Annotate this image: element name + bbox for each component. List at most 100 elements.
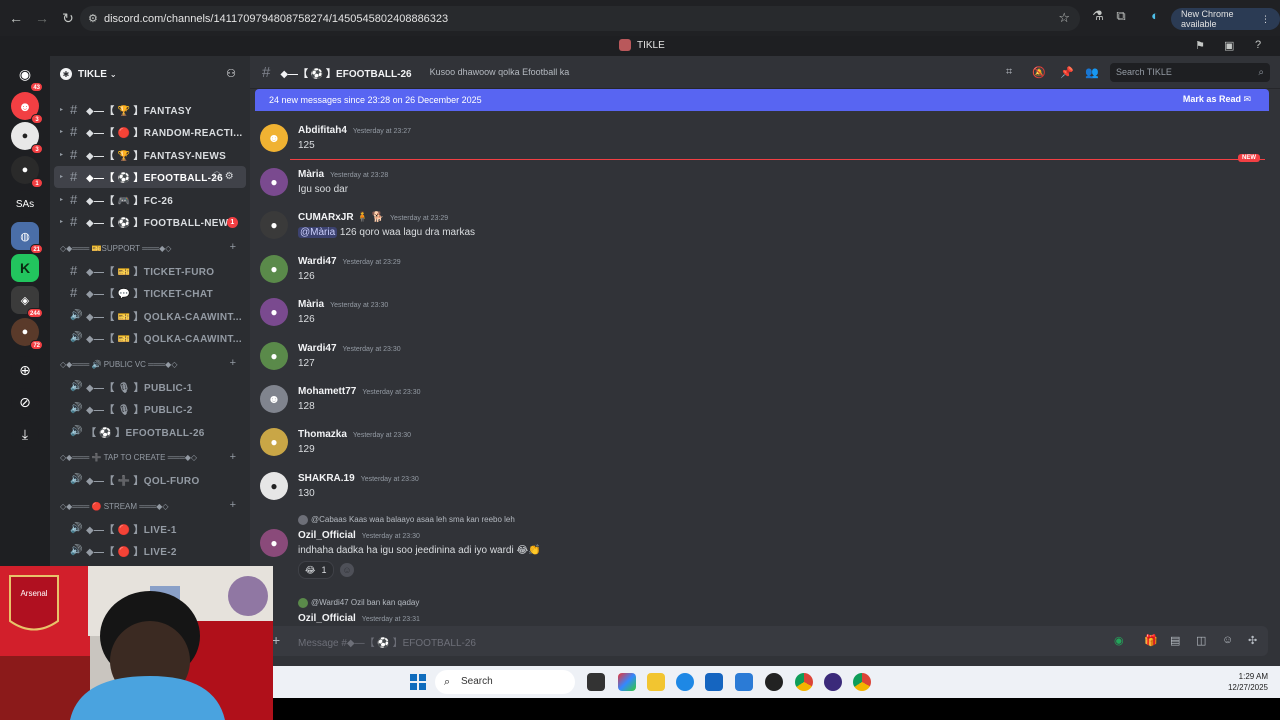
apps-icon[interactable]: ✣ — [1248, 634, 1257, 647]
user-mention[interactable]: @Mària — [298, 227, 338, 238]
obs-icon[interactable] — [824, 673, 842, 691]
store-icon[interactable] — [705, 673, 723, 691]
emoji-icon[interactable]: ☺ — [1222, 634, 1233, 646]
channel-ticket-chat[interactable]: # ◆—【 💬 】TICKET-CHAT — [50, 282, 250, 305]
channel-fc-26[interactable]: ▸ # ◆—【 🎮 】FC-26 — [50, 188, 250, 211]
channel-random-reactions[interactable]: ▸ # ◆—【 🔴 】RANDOM-REACTI... — [50, 121, 250, 144]
search-input[interactable]: Search TIKLE ⌕ — [1110, 63, 1270, 82]
channel-fantasy-news[interactable]: ▸ # ◆—【 🏆 】FANTASY-NEWS — [50, 143, 250, 166]
category-stream[interactable]: ◇◆═══ 🔴 STREAM ═══◆◇ + — [50, 495, 250, 517]
username[interactable]: Thomazka Yesterday at 23:30 — [298, 429, 411, 440]
direct-messages-icon[interactable]: ◉ 43 — [11, 60, 43, 92]
download-icon[interactable]: ⤓ — [11, 420, 39, 448]
threads-icon[interactable]: ⌗ — [1006, 66, 1012, 79]
file-explorer-icon[interactable] — [647, 673, 665, 691]
username[interactable]: Abdifitah4 Yesterday at 23:27 — [298, 125, 411, 136]
flag-icon[interactable]: ⚑ — [1195, 39, 1205, 52]
reply-reference[interactable]: @Wardi47 Ozil ban kan qaday — [298, 598, 419, 608]
avatar[interactable]: ● — [260, 472, 288, 500]
username[interactable]: CUMARxJR 🧍 🐕 Yesterday at 23:29 — [298, 212, 448, 223]
reaction-pill[interactable]: 😂 1 — [298, 561, 334, 579]
channel-fantasy[interactable]: ▸ # ◆—【 🏆 】FANTASY — [50, 98, 250, 121]
taskbar-search[interactable]: ⌕ Search — [435, 670, 575, 694]
guild-5[interactable]: ◍ 21 — [11, 222, 43, 254]
app-icon[interactable] — [765, 673, 783, 691]
extensions-puzzle-icon[interactable]: ⧉ — [1111, 8, 1131, 28]
voice-qolka-caawinta-2[interactable]: 🔊 ◆—【 🎫 】QOLKA-CAAWINT... — [50, 327, 250, 350]
create-channel-icon[interactable]: + — [230, 241, 236, 253]
voice-public-2[interactable]: 🔊 ◆—【 🎙 】PUBLIC-2 — [50, 398, 250, 421]
upload-plus-icon[interactable]: + — [272, 632, 280, 648]
message-composer[interactable]: + Message #◆—【 ⚽ 】EFOOTBALL-26 ◉ 🎁 ▤ ◫ ☺… — [264, 626, 1268, 656]
username[interactable]: Wardi47 Yesterday at 23:30 — [298, 343, 401, 354]
create-channel-icon[interactable]: + — [230, 451, 236, 463]
avatar[interactable]: ● — [260, 342, 288, 370]
outlook-icon[interactable] — [735, 673, 753, 691]
avatar[interactable]: ● — [260, 255, 288, 283]
add-server-icon[interactable]: ⊕ — [11, 356, 39, 384]
back-icon[interactable]: ← — [4, 6, 28, 30]
members-icon[interactable]: 👥 — [1085, 66, 1099, 79]
reload-icon[interactable]: ↻ — [56, 6, 80, 30]
guild-k[interactable]: K — [11, 254, 39, 282]
chrome-icon-2[interactable] — [853, 673, 871, 691]
gift-icon[interactable]: 🎁 — [1144, 634, 1158, 647]
voice-live-1[interactable]: 🔊 ◆—【 🔴 】LIVE-1 — [50, 517, 250, 540]
guild-user-2[interactable]: ● 1 — [11, 156, 43, 188]
add-reaction-icon[interactable]: ☺ — [340, 563, 354, 577]
guild-7[interactable]: ◈ 244 — [11, 286, 43, 318]
help-icon[interactable]: ? — [1255, 39, 1261, 51]
voice-live-2[interactable]: 🔊 ◆—【 🔴 】LIVE-2 — [50, 540, 250, 563]
voice-qolka-caawinta-1[interactable]: 🔊 ◆—【 🎫 】QOLKA-CAAWINT... — [50, 304, 250, 327]
avatar[interactable]: ● — [260, 428, 288, 456]
channel-football-news[interactable]: ▸ # ◆—【 ⚽ 】FOOTBALL-NEWS 1 — [50, 211, 250, 234]
menu-dots-icon[interactable]: ⋮ — [1261, 14, 1270, 25]
create-channel-icon[interactable]: + — [230, 499, 236, 511]
username[interactable]: Mària Yesterday at 23:28 — [298, 169, 388, 180]
username[interactable]: Wardi47 Yesterday at 23:29 — [298, 256, 401, 267]
avatar[interactable]: ☻ — [260, 124, 288, 152]
update-chrome-button[interactable]: New Chrome available ⋮ — [1171, 8, 1280, 30]
grammarly-icon[interactable]: ◉ — [1114, 634, 1124, 647]
channel-topic[interactable]: Kusoo dhawoow qolka Efootball ka — [430, 67, 570, 77]
guild-8[interactable]: ● 72 — [11, 318, 43, 350]
username[interactable]: SHAKRA.19 Yesterday at 23:30 — [298, 473, 419, 484]
forward-icon[interactable]: → — [30, 6, 54, 30]
channel-ticket-furo[interactable]: # ◆—【 🎫 】TICKET-FURO — [50, 259, 250, 282]
username[interactable]: Mària Yesterday at 23:30 — [298, 299, 388, 310]
category-tap-to-create[interactable]: ◇◆═══ ➕ TAP TO CREATE ═══◆◇ + — [50, 447, 250, 469]
category-public-vc[interactable]: ◇◆═══ 🔊 PUBLIC VC ═══◆◇ + — [50, 353, 250, 375]
screen-icon[interactable]: ▣ — [1224, 39, 1234, 52]
avatar[interactable]: ● — [260, 298, 288, 326]
address-bar[interactable]: ⚙ discord.com/channels/14117097948087582… — [80, 6, 1080, 31]
edge-profile-icon[interactable]: ◐ — [1145, 8, 1165, 28]
voice-public-1[interactable]: 🔊 ◆—【 🎙 】PUBLIC-1 — [50, 375, 250, 398]
sticker-icon[interactable]: ◫ — [1196, 634, 1206, 647]
chrome-icon[interactable] — [795, 673, 813, 691]
avatar[interactable]: ● — [260, 168, 288, 196]
username[interactable]: Ozil_Official Yesterday at 23:30 — [298, 530, 420, 541]
guild-discord[interactable]: ☻ 3 — [11, 92, 43, 124]
server-header[interactable]: ✱ TIKLE ⌄ ⚇ — [50, 56, 250, 92]
extension-icon[interactable]: ⚗ — [1088, 8, 1108, 28]
edge-icon[interactable] — [676, 673, 694, 691]
mute-bell-icon[interactable]: 🔕 — [1032, 66, 1046, 79]
create-channel-icon[interactable]: + — [230, 357, 236, 369]
invite-people-icon[interactable]: ⚇ — [226, 67, 236, 80]
avatar[interactable]: ☻ — [260, 385, 288, 413]
site-info-icon[interactable]: ⚙ — [88, 12, 98, 25]
task-view-icon[interactable] — [587, 673, 605, 691]
voice-qol-furo[interactable]: 🔊 ◆—【 ➕ 】QOL-FURO — [50, 469, 250, 492]
reply-reference[interactable]: @Cabaas Kaas waa balaayo asaa leh sma ka… — [298, 515, 515, 525]
mark-as-read-button[interactable]: Mark as Read ✉ — [1183, 94, 1251, 105]
new-messages-bar[interactable]: 24 new messages since 23:28 on 26 Decemb… — [255, 89, 1269, 111]
channel-settings-icon[interactable]: ⚇ ⚙ — [212, 171, 234, 182]
voice-efootball-26[interactable]: 🔊 【 ⚽ 】EFOOTBALL-26 — [50, 420, 250, 443]
category-support[interactable]: ◇◆═══ 🎫SUPPORT ═══◆◇ + — [50, 237, 250, 259]
avatar[interactable]: ● — [260, 529, 288, 557]
gif-icon[interactable]: ▤ — [1170, 634, 1180, 647]
guild-user-1[interactable]: ● 3 — [11, 122, 43, 154]
system-clock[interactable]: 1:29 AM 12/27/2025 — [1228, 671, 1268, 693]
bookmark-star-icon[interactable]: ☆ — [1058, 10, 1070, 26]
username[interactable]: Ozil_Official Yesterday at 23:31 — [298, 613, 420, 624]
